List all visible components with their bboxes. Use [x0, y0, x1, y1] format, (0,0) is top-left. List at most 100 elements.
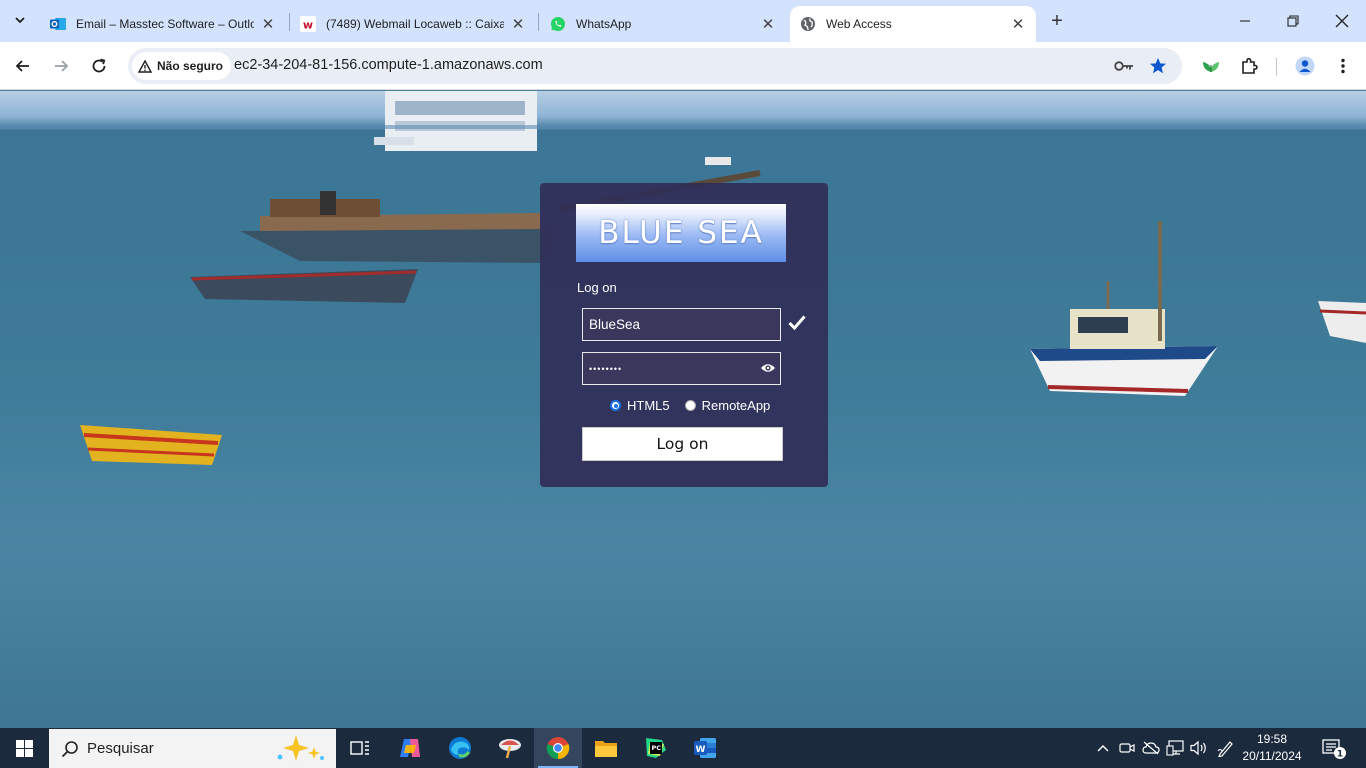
username-value: BlueSea — [589, 317, 641, 332]
username-field[interactable]: BlueSea — [582, 308, 781, 341]
close-icon[interactable]: ✕ — [510, 15, 526, 33]
file-explorer-app[interactable] — [582, 728, 630, 768]
pinwheel-app[interactable] — [486, 728, 534, 768]
security-chip[interactable]: Não seguro — [132, 52, 232, 80]
restore-icon — [1287, 15, 1299, 27]
warning-icon — [138, 59, 152, 73]
tab-title: Web Access — [826, 17, 892, 31]
copilot-app[interactable] — [386, 728, 434, 768]
notification-count: 1 — [1337, 750, 1343, 760]
camera-icon — [1119, 743, 1135, 753]
close-icon[interactable]: ✕ — [260, 15, 276, 33]
password-field[interactable]: •••••••• — [582, 352, 781, 385]
tab-locaweb[interactable]: w (7489) Webmail Locaweb :: Caixa de ✕ — [290, 6, 536, 42]
back-button[interactable] — [11, 54, 35, 78]
svg-text:PC: PC — [652, 744, 662, 752]
task-view-icon — [350, 741, 369, 755]
tab-web-access[interactable]: Web Access ✕ — [790, 6, 1036, 42]
close-icon[interactable]: ✕ — [760, 15, 776, 33]
forward-button[interactable] — [49, 54, 73, 78]
chevron-down-icon — [15, 17, 25, 24]
globe-icon — [800, 16, 816, 32]
tab-search-button[interactable] — [8, 8, 32, 32]
password-key-button[interactable] — [1114, 56, 1134, 76]
security-label: Não seguro — [157, 59, 224, 73]
meet-tray-button[interactable] — [1117, 738, 1137, 758]
reload-icon — [92, 58, 106, 73]
browser-tab-strip: Email – Masstec Software – Outlook ✕ w (… — [0, 0, 1366, 42]
html5-label[interactable]: HTML5 — [627, 398, 670, 413]
svg-text:w: w — [303, 19, 313, 32]
tab-title: (7489) Webmail Locaweb :: Caixa de — [326, 17, 504, 31]
url-text[interactable]: ec2-34-204-81-156.compute-1.amazonaws.co… — [234, 57, 543, 73]
reload-button[interactable] — [87, 54, 111, 78]
tab-outlook[interactable]: Email – Masstec Software – Outlook ✕ — [40, 6, 286, 42]
search-placeholder: Pesquisar — [87, 740, 154, 757]
password-value: •••••••• — [589, 363, 623, 374]
pycharm-app[interactable]: PC — [632, 728, 680, 768]
blue-boat-illustration — [1030, 221, 1218, 396]
menu-button[interactable] — [1331, 54, 1355, 78]
notification-center-button[interactable]: 1 — [1322, 738, 1346, 765]
chrome-app[interactable] — [534, 728, 582, 768]
edge-app[interactable] — [436, 728, 484, 768]
leaf-extension-icon — [1203, 62, 1219, 72]
profile-button[interactable] — [1293, 54, 1317, 78]
log-on-button[interactable]: Log on — [582, 427, 783, 461]
close-icon[interactable]: ✕ — [1010, 15, 1026, 33]
search-icon — [61, 740, 78, 757]
windows-taskbar: Pesquisar PC W 19:58 20/11/2024 1 — [0, 728, 1366, 768]
svg-text:W: W — [696, 745, 706, 755]
close-icon — [1335, 14, 1349, 28]
network-tray-button[interactable] — [1165, 738, 1185, 758]
copilot-icon — [400, 739, 420, 757]
cloud-tray-button[interactable] — [1141, 738, 1161, 758]
taskbar-search[interactable]: Pesquisar — [49, 729, 336, 768]
show-hidden-icons-button[interactable] — [1093, 738, 1113, 758]
chevron-up-icon — [1097, 745, 1109, 752]
eye-icon[interactable] — [760, 362, 776, 374]
remoteapp-label[interactable]: RemoteApp — [702, 398, 771, 413]
ship-illustration — [374, 91, 537, 151]
extensions-button[interactable] — [1237, 54, 1261, 78]
notification-icon: 1 — [1322, 739, 1346, 760]
word-app[interactable]: W — [681, 728, 729, 768]
new-tab-button[interactable]: + — [1046, 10, 1068, 32]
restore-button[interactable] — [1269, 0, 1317, 42]
clock-time: 19:58 — [1256, 732, 1288, 746]
pycharm-icon: PC — [646, 738, 666, 758]
arrow-right-icon — [55, 60, 69, 72]
locaweb-icon: w — [300, 16, 316, 32]
client-type-options: HTML5 RemoteApp — [610, 398, 770, 413]
whatsapp-icon — [550, 16, 566, 32]
taskbar-clock[interactable]: 19:58 20/11/2024 — [1242, 731, 1302, 765]
tab-separator — [538, 13, 539, 31]
close-window-button[interactable] — [1318, 0, 1366, 42]
start-button[interactable] — [0, 728, 48, 768]
tab-whatsapp[interactable]: WhatsApp ✕ — [540, 6, 786, 42]
task-view-button[interactable] — [336, 728, 384, 768]
outlook-icon — [50, 16, 66, 32]
clock-date: 20/11/2024 — [1242, 749, 1302, 763]
volume-tray-button[interactable] — [1189, 738, 1209, 758]
minimize-button[interactable] — [1221, 0, 1269, 42]
extension-leaf-button[interactable] — [1199, 54, 1223, 78]
checkmark-icon — [788, 315, 806, 330]
blue-sea-logo: BLUE SEA — [576, 204, 786, 262]
logo-text: BLUE SEA — [598, 215, 764, 251]
pen-tray-button[interactable] — [1216, 738, 1236, 758]
copilot-sparkle-icon — [277, 735, 324, 761]
folder-icon — [595, 741, 617, 757]
bookmark-button[interactable] — [1148, 56, 1168, 76]
login-heading: Log on — [577, 280, 617, 295]
star-icon — [1150, 58, 1166, 74]
chrome-icon — [546, 737, 570, 760]
key-icon — [1114, 61, 1133, 71]
word-icon: W — [694, 738, 716, 758]
arrow-left-icon — [15, 60, 29, 72]
avatar-icon — [1295, 56, 1315, 76]
more-vertical-icon — [1341, 58, 1345, 74]
address-bar[interactable]: Não seguro ec2-34-204-81-156.compute-1.a… — [128, 48, 1182, 84]
remoteapp-radio[interactable] — [684, 400, 696, 411]
html5-radio[interactable] — [610, 400, 621, 411]
